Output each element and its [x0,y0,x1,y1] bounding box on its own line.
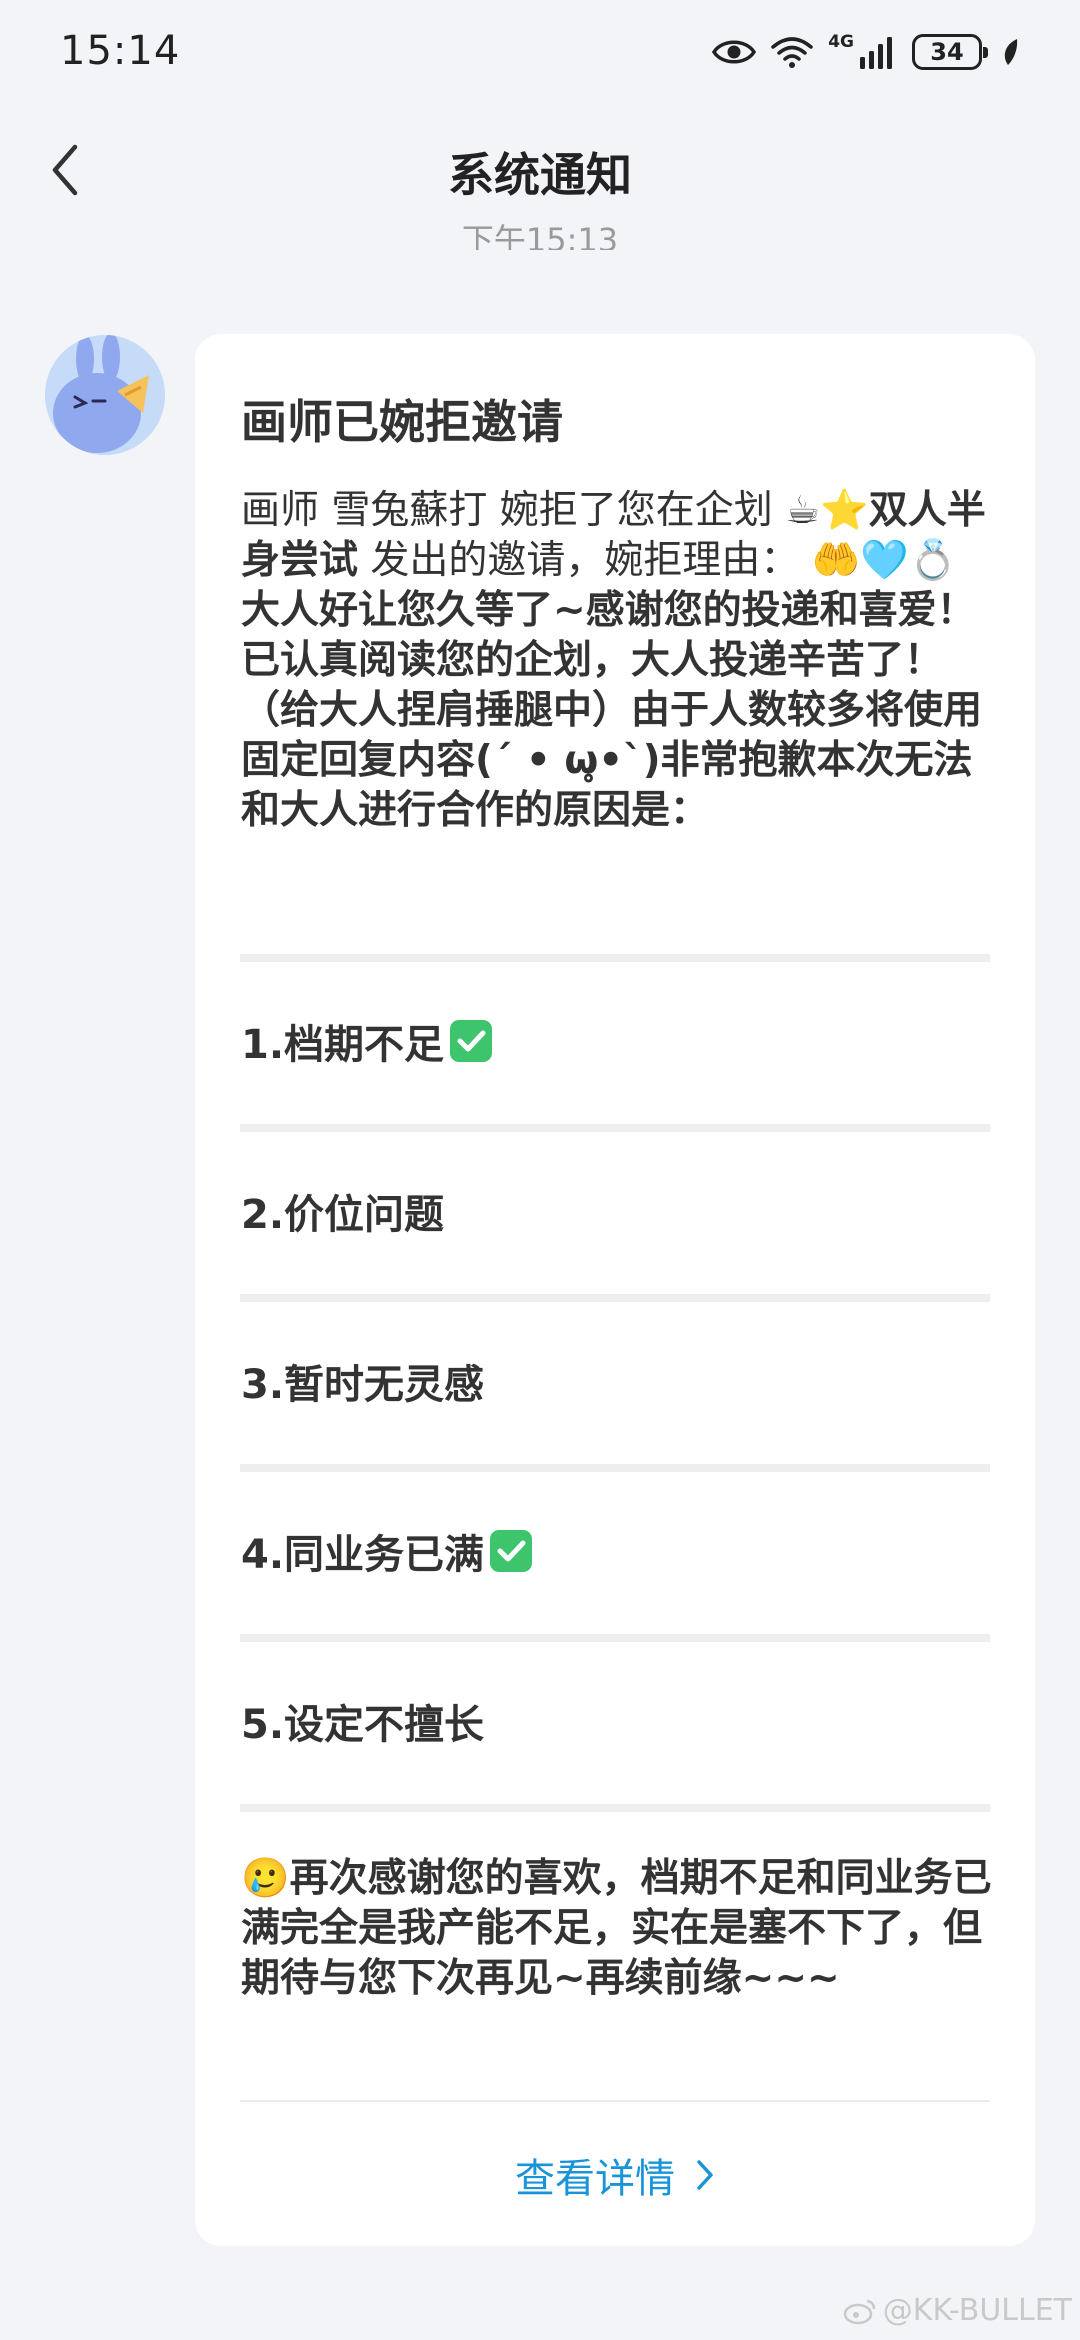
option-label: 1.档期不足 [241,1022,445,1068]
screen: 15:14 4G 34 系统通知 下午15:13 画师已婉拒邀请 画师 雪兔蘇打… [0,0,1080,2340]
status-time: 15:14 [60,28,181,74]
watermark: @KK-BULLET [843,2293,1072,2328]
option-label: 5.设定不擅长 [241,1702,485,1748]
divider [240,954,990,962]
tearful-smile-emoji: 🥲 [241,1856,290,1901]
option-4: 4.同业务已满 [241,1522,534,1580]
divider [240,1464,990,1472]
option-2: 2.价位问题 [241,1182,444,1240]
hands-heart-ring-emoji: 🤲🩵💍 [811,538,958,583]
view-details-label: 查看详情 [515,2156,675,2202]
page-title: 系统通知 [448,148,632,202]
option-5: 5.设定不擅长 [241,1692,484,1750]
divider [240,1804,990,1812]
option-label: 3.暂时无灵感 [241,1362,485,1408]
eye-icon [712,37,757,67]
option-label: 4.同业务已满 [241,1532,485,1578]
battery-level: 34 [930,38,964,66]
watermark-text: @KK-BULLET [882,2293,1072,2328]
weibo-logo-icon [843,2299,876,2324]
status-icons: 4G 34 [712,30,1020,74]
option-label: 2.价位问题 [241,1192,445,1238]
card-title: 画师已婉拒邀请 [241,395,563,449]
green-check-icon [450,1020,493,1062]
chevron-right-icon [697,2160,713,2190]
body-prefix: 画师 雪兔蘇打 婉拒了您在企划 [241,488,786,533]
option-1: 1.档期不足 [241,1012,494,1070]
divider [240,1124,990,1132]
card-body: 画师 雪兔蘇打 婉拒了您在企划 ☕⭐双人半身尝试 发出的邀请，婉拒理由： 🤲🩵💍… [241,486,993,836]
divider [240,1294,990,1302]
divider [240,2100,990,2102]
bunny-mascot-icon [45,335,165,455]
view-details-link[interactable]: 查看详情 [195,2146,1035,2204]
closing-message: 🥲再次感谢您的喜欢，档期不足和同业务已满完全是我产能不足，实在是塞不下了，但期待… [241,1854,993,2004]
status-bar: 15:14 4G 34 [0,0,1080,105]
green-check-icon [490,1530,533,1572]
option-3: 3.暂时无灵感 [241,1352,484,1410]
decline-reason: 大人好让您久等了~感谢您的投递和喜爱！已认真阅读您的企划，大人投递辛苦了！（给大… [241,588,983,833]
wifi-icon [770,35,814,69]
closing-text: 再次感谢您的喜欢，档期不足和同业务已满完全是我产能不足，实在是塞不下了，但期待与… [241,1856,992,2001]
leaf-icon [1002,37,1020,67]
notification-card: 画师已婉拒邀请 画师 雪兔蘇打 婉拒了您在企划 ☕⭐双人半身尝试 发出的邀请，婉… [195,334,1035,2246]
body-middle: 发出的邀请，婉拒理由： [358,538,812,583]
signal-icon [858,35,898,69]
message-timestamp: 下午15:13 [461,221,619,250]
divider [240,1634,990,1642]
coffee-star-emoji: ☕⭐ [785,488,869,533]
battery-icon: 34 [912,34,988,70]
sender-avatar[interactable] [45,335,165,455]
network-type-label: 4G [828,32,854,52]
